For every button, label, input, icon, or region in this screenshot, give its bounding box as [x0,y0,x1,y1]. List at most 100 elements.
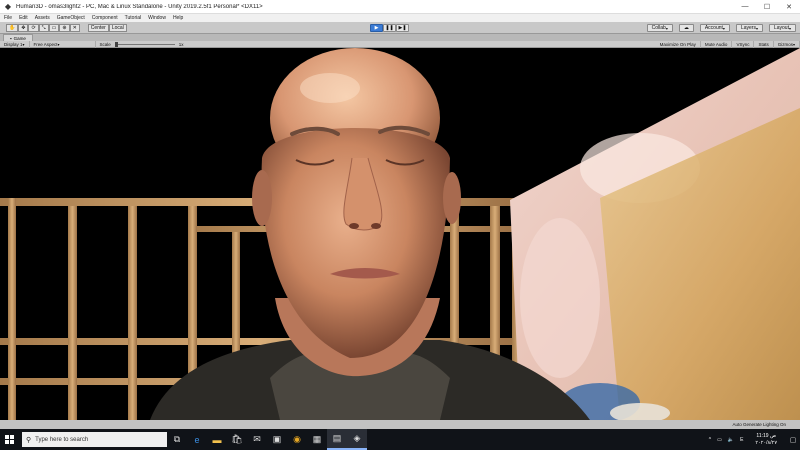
taskbar-search-box[interactable]: ⚲ Type here to search [22,432,167,447]
transform-tool-button[interactable]: ⊕ [59,23,70,32]
move-tool-button[interactable]: ✥ [18,23,29,32]
app-button[interactable]: ▣ [267,429,287,450]
menu-help[interactable]: Help [173,15,183,21]
mail-icon: ✉ [253,434,261,444]
volume-icon[interactable]: 🔈 [728,437,734,443]
display-label: Display 1 [4,41,23,47]
rotate-tool-button[interactable]: ⟳ [28,23,39,32]
cloud-button[interactable]: ☁ [678,24,694,32]
menu-file[interactable]: File [4,15,12,21]
scale-icon: ⤡ [41,24,46,31]
language-indicator[interactable]: E [740,437,743,443]
mail-button[interactable]: ✉ [247,429,267,450]
scale-slider-knob[interactable] [114,41,118,47]
clock-time: 11:19 ص [756,432,776,439]
close-button[interactable]: ✕ [778,0,800,14]
start-button[interactable] [0,429,18,450]
pause-button[interactable]: ❚❚ [383,24,396,32]
menu-gameobject[interactable]: GameObject [57,15,85,21]
move-icon: ✥ [21,24,26,31]
play-button[interactable]: ▶ [370,24,383,32]
main-toolbar: ✋ ✥ ⟳ ⤡ ▭ ⊕ ✕ Center Local ▶ ❚❚ ▶❚ Colla… [0,22,800,34]
menu-bar: File Edit Assets GameObject Component Tu… [0,14,800,22]
game-viewport[interactable] [0,48,800,420]
stats-toggle[interactable]: Stats [754,40,774,48]
status-bar: Auto Generate Lighting On [0,420,800,429]
folder-icon: ▬ [212,434,222,445]
rotate-icon: ⟳ [31,24,36,31]
window-title: Human3D - omas3light2 - PC, Mac & Linux … [16,3,263,10]
hand-tool-button[interactable]: ✋ [6,23,19,32]
aspect-dropdown[interactable]: Free Aspect [30,40,96,48]
maximize-on-play-toggle[interactable]: Maximize On Play [656,40,701,48]
collab-dropdown[interactable]: Collab [646,24,673,32]
tray-chevron-icon[interactable]: ^ [709,437,711,443]
rect-icon: ▭ [51,24,57,31]
rect-tool-button[interactable]: ▭ [48,23,60,32]
scale-value: 1x [178,41,184,47]
status-text: Auto Generate Lighting On [732,422,786,427]
vsync-label: VSync [736,41,750,47]
chrome-icon: ◉ [293,434,301,444]
terminal-button[interactable]: ▤ [327,429,347,450]
calendar-button[interactable]: ▦ [307,429,327,450]
custom-tool-button[interactable]: ✕ [69,23,80,32]
scale-label: Scale [99,41,111,47]
minimize-button[interactable]: — [734,0,756,14]
windows-taskbar: ⚲ Type here to search ⧉ e ▬ 🛍 ✉ ▣ ◉ ▦ ▤ … [0,429,800,450]
gizmos-label: Gizmos [777,41,793,47]
maximize-button[interactable]: ☐ [756,0,778,14]
edge-button[interactable]: e [187,429,207,450]
display-dropdown[interactable]: Display 1 [0,40,30,48]
collab-label: Collab [651,25,666,31]
step-button[interactable]: ▶❚ [396,24,409,32]
account-dropdown[interactable]: Account [699,24,730,32]
unity-button[interactable]: ◈ [347,429,367,450]
task-view-button[interactable]: ⧉ [167,429,187,450]
menu-assets[interactable]: Assets [35,15,50,21]
layers-dropdown[interactable]: Layers [735,24,763,32]
notification-icon: ▢ [789,436,797,444]
menu-component[interactable]: Component [92,15,118,21]
step-icon: ▶❚ [398,25,407,31]
account-label: Account [704,25,723,31]
custom-tool-icon: ✕ [72,24,77,31]
unity-logo-icon: ◆ [4,2,12,11]
pause-icon: ❚❚ [385,25,394,31]
pivot-local-toggle[interactable]: Local [108,23,127,32]
play-icon: ▶ [374,25,379,31]
file-explorer-button[interactable]: ▬ [207,429,227,450]
hand-icon: ✋ [9,24,16,31]
unity-icon: ◈ [353,433,361,443]
clock[interactable]: 11:19 ص ۲۰۲۰/۸/۲۷ [752,433,780,447]
task-view-icon: ⧉ [173,434,181,444]
gizmos-dropdown[interactable]: Gizmos [774,40,800,48]
vsync-toggle[interactable]: VSync [732,40,755,48]
game-view-controls: Display 1 Free Aspect Scale 1x Maximize … [0,40,800,48]
mute-label: Mute Audio [704,41,728,47]
clock-date: ۲۰۲۰/۸/۲۷ [755,439,777,446]
network-icon[interactable]: ▭ [717,437,722,443]
menu-edit[interactable]: Edit [19,15,28,21]
cloud-icon: ☁ [683,25,689,31]
store-button[interactable]: 🛍 [227,429,247,450]
scale-tool-button[interactable]: ⤡ [38,23,49,32]
store-icon: 🛍 [231,434,243,444]
mute-audio-toggle[interactable]: Mute Audio [701,40,733,48]
pivot-center-toggle[interactable]: Center [87,23,109,32]
scale-slider[interactable] [114,41,175,47]
notification-center-button[interactable]: ▢ [786,429,800,450]
layers-label: Layers [740,25,756,31]
layout-dropdown[interactable]: Layout [768,24,796,32]
stats-label: Stats [758,41,769,47]
window-title-bar: ◆ Human3D - omas3light2 - PC, Mac & Linu… [0,0,800,14]
aspect-label: Free Aspect [33,41,58,47]
system-tray: ^ ▭ 🔈 E 11:19 ص ۲۰۲۰/۸/۲۷ [706,429,786,450]
space-label: Local [111,24,124,31]
menu-window[interactable]: Window [148,15,166,21]
pivot-label: Center [90,24,106,31]
scale-control: Scale 1x [96,41,188,47]
menu-tutorial[interactable]: Tutorial [125,15,142,21]
chrome-button[interactable]: ◉ [287,429,307,450]
layout-label: Layout [773,25,789,31]
